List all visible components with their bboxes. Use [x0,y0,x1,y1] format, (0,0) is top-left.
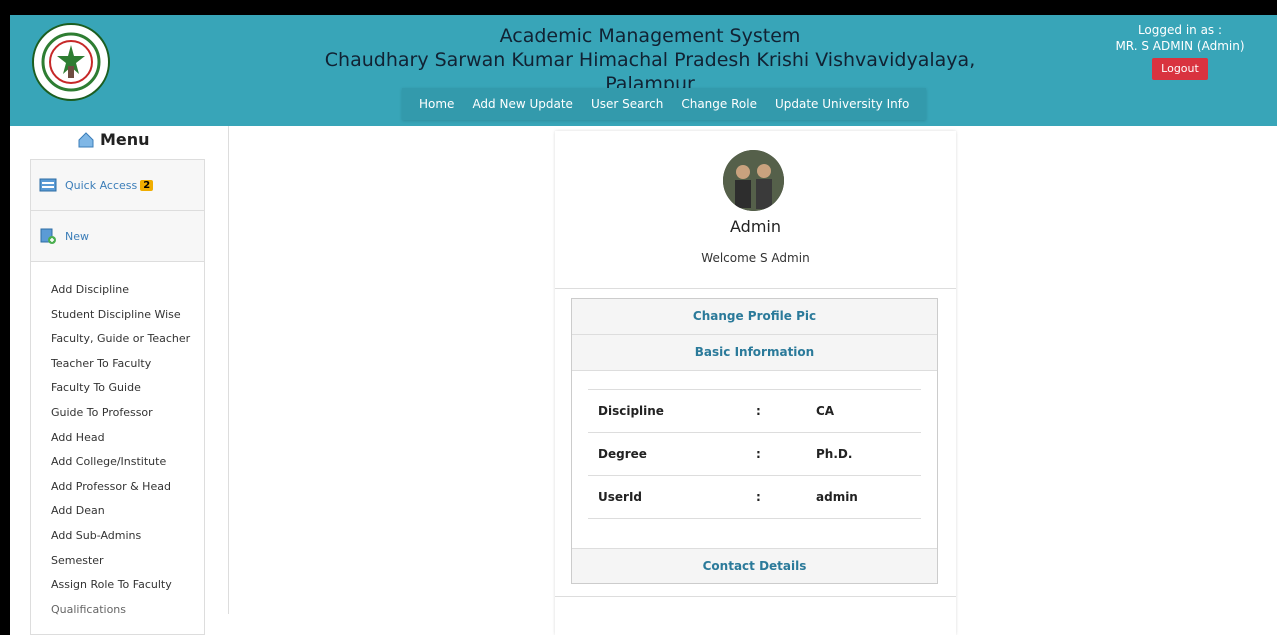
top-navigation: Home Add New Update User Search Change R… [402,88,927,120]
info-row-discipline: Discipline : CA [588,390,921,433]
info-panel: Change Profile Pic Basic Information Dis… [571,298,938,584]
sidebar-divider [228,126,229,614]
info-separator: : [756,404,761,418]
user-info: Logged in as : MR. S ADMIN (Admin) Logou… [1105,22,1255,80]
info-key: UserId [598,490,642,504]
info-key: Degree [598,447,647,461]
sidebar-item-faculty-guide-teacher[interactable]: Faculty, Guide or Teacher [51,327,204,352]
university-emblem-icon [41,32,101,92]
nav-home[interactable]: Home [419,97,454,111]
new-section[interactable]: New [31,211,204,262]
sidebar-item-add-professor-head[interactable]: Add Professor & Head [51,475,204,500]
menu-title: Menu [78,130,150,149]
sidebar-item-faculty-to-guide[interactable]: Faculty To Guide [51,376,204,401]
nav-change-role[interactable]: Change Role [681,97,757,111]
quick-access-badge: 2 [140,179,154,191]
quick-access-label: Quick Access [65,178,138,192]
sidebar-item-student-discipline-wise[interactable]: Student Discipline Wise [51,303,204,328]
sidebar-menu: Quick Access 2 New Add Discipline Studen… [30,159,205,635]
basic-info-table: Discipline : CA Degree : Ph.D. UserId : … [588,389,921,519]
info-row-userid: UserId : admin [588,476,921,519]
menu-title-label: Menu [100,130,150,149]
window-frame-left [0,0,10,635]
user-name: MR. S ADMIN (Admin) [1115,39,1245,53]
sidebar-item-list: Add Discipline Student Discipline Wise F… [31,262,204,622]
new-document-icon [40,228,56,244]
system-title: Academic Management System [499,25,801,47]
profile-name: Admin [730,217,781,236]
sidebar-item-qualifications[interactable]: Qualifications [51,598,204,623]
profile-photo-icon [723,150,784,211]
card-divider-bottom [555,596,956,597]
change-profile-pic-link[interactable]: Change Profile Pic [572,299,937,335]
contact-details-tab[interactable]: Contact Details [572,548,937,583]
university-logo [32,23,110,101]
nav-user-search[interactable]: User Search [591,97,663,111]
sidebar-item-add-discipline[interactable]: Add Discipline [51,278,204,303]
nav-add-new-update[interactable]: Add New Update [472,97,573,111]
card-divider [555,288,956,289]
info-key: Discipline [598,404,664,418]
welcome-message: Welcome S Admin [701,251,810,265]
avatar [723,150,784,211]
app-title: Academic Management System Chaudhary Sar… [290,24,1010,96]
sidebar-item-guide-to-professor[interactable]: Guide To Professor [51,401,204,426]
logout-button[interactable]: Logout [1152,58,1208,80]
app-header: Academic Management System Chaudhary Sar… [10,15,1277,126]
sidebar-item-assign-role-to-faculty[interactable]: Assign Role To Faculty [51,573,204,598]
info-value: Ph.D. [816,447,853,461]
quick-access-icon [39,178,57,192]
logged-in-label: Logged in as : [1137,23,1223,37]
info-value: admin [816,490,858,504]
info-separator: : [756,490,761,504]
sidebar-item-add-college-institute[interactable]: Add College/Institute [51,450,204,475]
sidebar-item-semester[interactable]: Semester [51,549,204,574]
info-row-degree: Degree : Ph.D. [588,433,921,476]
sidebar-item-add-dean[interactable]: Add Dean [51,499,204,524]
sidebar-item-teacher-to-faculty[interactable]: Teacher To Faculty [51,352,204,377]
nav-update-university-info[interactable]: Update University Info [775,97,909,111]
home-icon [78,131,94,147]
basic-information-tab[interactable]: Basic Information [572,335,937,371]
quick-access-section[interactable]: Quick Access 2 [31,160,204,211]
sidebar-item-add-sub-admins[interactable]: Add Sub-Admins [51,524,204,549]
sidebar-item-add-head[interactable]: Add Head [51,426,204,451]
profile-card: Admin Welcome S Admin Change Profile Pic… [555,131,956,635]
window-frame-top [0,0,1277,15]
info-separator: : [756,447,761,461]
info-value: CA [816,404,835,418]
new-label: New [65,229,89,243]
